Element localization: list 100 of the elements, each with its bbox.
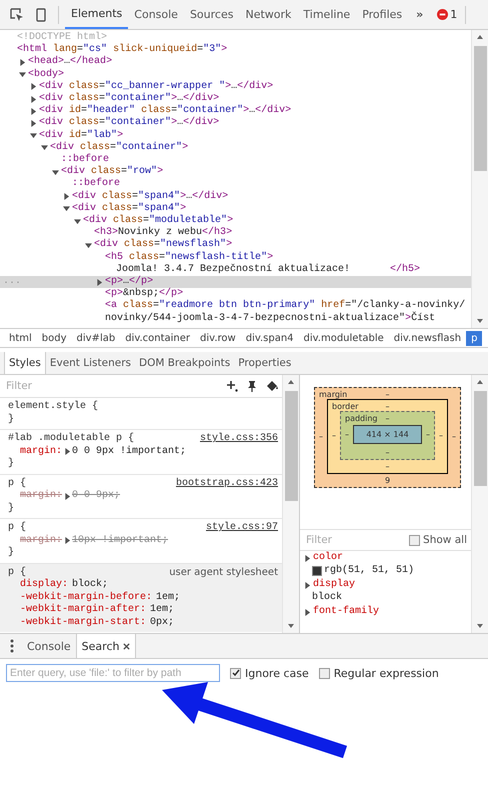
scrollbar[interactable] — [282, 375, 299, 633]
css-selector: p { — [8, 566, 26, 578]
gutter-dots: ... — [3, 276, 22, 288]
collapse-arrow-icon[interactable] — [41, 144, 48, 152]
expand-arrow-icon[interactable] — [96, 278, 103, 286]
dom-node[interactable]: <html lang="cs" slick-uniqueid="3"> — [0, 44, 471, 56]
checkbox-label: Regular expression — [334, 666, 439, 680]
css-selector: element.style { — [8, 401, 98, 414]
filter-field[interactable]: Filter — [4, 379, 98, 393]
breadcrumb[interactable]: div.span4 — [240, 330, 299, 346]
property-value: 1em; — [150, 604, 174, 616]
collapse-arrow-icon[interactable] — [52, 168, 59, 176]
drawer-tab[interactable]: Console — [22, 634, 76, 658]
collapse-arrow-icon[interactable] — [74, 218, 81, 225]
breadcrumb[interactable]: div.container — [120, 330, 196, 346]
property-value: 0px; — [150, 616, 174, 629]
panel-tab[interactable]: Timeline — [297, 0, 356, 29]
expand-arrow-icon[interactable] — [30, 96, 37, 103]
panel-tab[interactable]: Network — [239, 0, 298, 29]
panel-tab[interactable]: Elements — [65, 0, 128, 29]
more-tabs-button[interactable]: » — [408, 8, 432, 21]
collapse-arrow-icon[interactable] — [30, 132, 37, 140]
expand-arrow-icon[interactable] — [304, 608, 311, 616]
expand-arrow-icon[interactable] — [64, 448, 72, 456]
dom-node[interactable]: <body> — [0, 68, 471, 81]
sidebar-tab[interactable]: Properties — [234, 352, 296, 374]
source-link[interactable]: style.css:356 — [200, 433, 278, 446]
scrollbar[interactable] — [471, 375, 488, 633]
dom-node[interactable]: <p>…</p> ... — [0, 276, 471, 288]
phone-icon[interactable] — [34, 8, 48, 22]
color-swatch[interactable] — [312, 566, 322, 576]
box-value: – — [384, 461, 390, 473]
checkbox[interactable] — [230, 668, 241, 678]
dom-node[interactable]: <div class="cc_banner-wrapper ">…</div> — [0, 80, 471, 94]
dom-node[interactable]: <div class="container"> — [0, 142, 471, 154]
box-value: – — [384, 447, 390, 459]
inspect-cursor-icon[interactable] — [10, 8, 24, 22]
expand-arrow-icon[interactable] — [64, 537, 72, 544]
checkbox[interactable] — [318, 668, 330, 678]
property-value: block; — [72, 579, 108, 592]
breadcrumb[interactable]: div.newsflash — [388, 330, 466, 346]
more-options-icon[interactable] — [10, 639, 14, 653]
source-link[interactable]: style.css:97 — [206, 522, 278, 534]
dom-node[interactable]: <div class="span4"> — [0, 202, 471, 216]
close-icon[interactable] — [123, 642, 130, 650]
breadcrumb[interactable]: html — [4, 330, 37, 346]
sidebar-tab[interactable]: Styles — [4, 352, 46, 374]
dom-node[interactable]: <div id="lab"> — [0, 130, 471, 142]
sidebar-tab[interactable]: DOM Breakpoints — [134, 352, 234, 374]
dom-node[interactable]: <div class="span4">…</div> — [0, 190, 471, 203]
breadcrumb[interactable]: div.row — [195, 330, 241, 346]
dom-node[interactable]: <div class="newsflash"> — [0, 239, 471, 252]
dom-node[interactable]: <p>&nbsp;</p> — [0, 288, 471, 300]
dom-node[interactable]: <div id="header" class="container">…</div> — [0, 105, 471, 118]
expand-arrow-icon[interactable] — [30, 120, 37, 128]
dom-node[interactable]: <div class="row"> — [0, 166, 471, 178]
box-value: – — [386, 390, 390, 399]
breadcrumb[interactable]: body — [36, 330, 72, 346]
checkbox[interactable] — [409, 534, 420, 546]
breadcrumb[interactable]: div.moduletable — [298, 330, 389, 346]
dom-node[interactable]: <div class="container">…</div> — [0, 93, 471, 106]
scrollbar[interactable] — [471, 30, 488, 328]
source-link[interactable]: bootstrap.css:423 — [176, 478, 278, 490]
search-field[interactable]: Enter query, use 'file:' to filter by path — [6, 664, 220, 682]
panel-tab[interactable]: Console — [128, 0, 184, 29]
dom-node[interactable]: ::before — [0, 178, 471, 191]
expand-arrow-icon[interactable] — [30, 108, 37, 115]
collapse-arrow-icon[interactable] — [63, 205, 70, 212]
breadcrumb[interactable]: div#lab — [72, 330, 120, 346]
sidebar-tab[interactable]: Event Listeners — [46, 352, 135, 374]
collapse-arrow-icon[interactable] — [85, 242, 92, 250]
error-icon[interactable] — [437, 9, 448, 20]
plus-icon[interactable] — [226, 380, 238, 392]
panel-tab[interactable]: Profiles — [356, 0, 408, 29]
filter-field[interactable]: Filter — [304, 533, 368, 547]
expand-arrow-icon[interactable] — [63, 193, 70, 200]
dom-node[interactable]: <head>…</head> — [0, 56, 471, 69]
expand-arrow-icon[interactable] — [19, 59, 26, 66]
dom-node[interactable]: <div class="container">…</div> — [0, 117, 471, 130]
property-name: margin: — [20, 534, 62, 547]
pin-icon[interactable] — [246, 380, 258, 392]
expand-arrow-icon[interactable] — [304, 554, 311, 562]
drawer-tab[interactable]: Search — [76, 634, 136, 658]
box-label: padding — [345, 414, 379, 423]
expand-arrow-icon[interactable] — [30, 83, 37, 90]
dom-node[interactable]: <div class="moduletable"> — [0, 215, 471, 228]
dom-node[interactable]: Joomla! 3.4.7 Bezpečnostní aktualizace! </h5> — [0, 264, 471, 276]
expand-arrow-icon[interactable] — [304, 582, 311, 589]
dom-node[interactable]: ::before — [0, 154, 471, 166]
dom-node[interactable]: <h3>Novinky z webu</h3> — [0, 227, 471, 240]
breadcrumb[interactable]: p — [466, 330, 482, 346]
computed-property: color — [313, 552, 344, 564]
expand-arrow-icon[interactable] — [64, 492, 72, 500]
paint-drop-icon[interactable] — [266, 380, 278, 392]
collapse-arrow-icon[interactable] — [19, 71, 26, 78]
dom-node[interactable]: <a class="readmore btn btn-primary" href="/clanky-a-novinky/ novinky/544-joomla-3-4-7-bezpecnostni-aktualizace">Číst — [0, 300, 471, 325]
dom-node[interactable]: <h5 class="newsflash-title"> — [0, 252, 471, 264]
css-selector: p { — [8, 478, 26, 490]
panel-tab[interactable]: Sources — [184, 0, 240, 29]
error-count[interactable]: 1 — [450, 8, 458, 21]
